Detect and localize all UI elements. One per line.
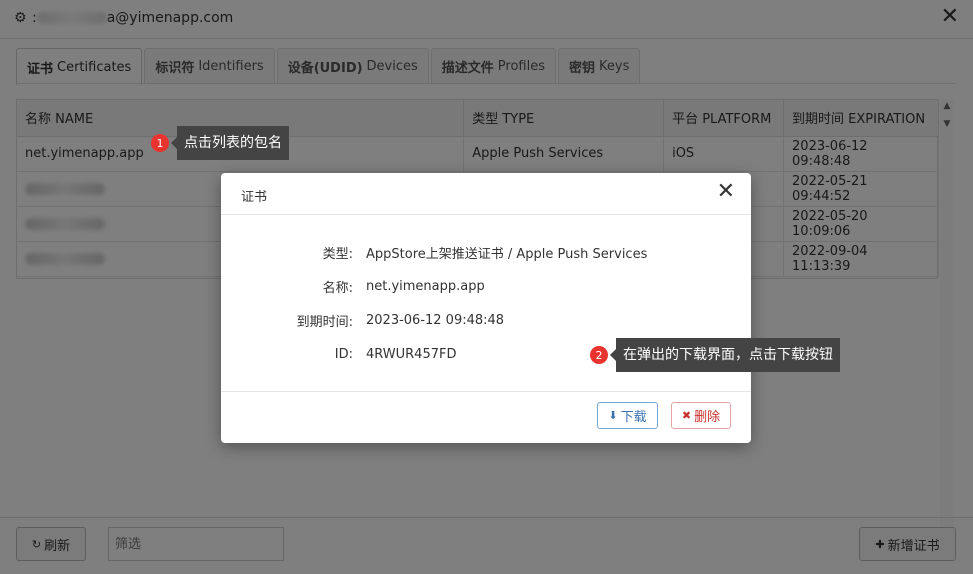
dialog-title: 证书 xyxy=(241,190,268,205)
field-name: 名称: net.yimenapp.app xyxy=(221,276,751,296)
dialog-footer: ⬇ 下载 ✖ 删除 xyxy=(221,391,751,443)
callout-text: 在弹出的下载界面，点击下载按钮 xyxy=(610,338,840,372)
field-value: AppStore上架推送证书 / Apple Push Services xyxy=(366,246,648,262)
callout-text: 点击列表的包名 xyxy=(171,126,289,160)
delete-icon: ✖ xyxy=(681,409,692,422)
field-type: 类型: AppStore上架推送证书 / Apple Push Services xyxy=(221,242,751,262)
download-button[interactable]: ⬇ 下载 xyxy=(597,402,658,429)
field-label: 类型: xyxy=(322,246,353,262)
field-value: net.yimenapp.app xyxy=(366,278,485,294)
field-label: ID: xyxy=(334,346,353,362)
field-label: 到期时间: xyxy=(296,314,353,330)
certificate-dialog: 证书 ✕ 类型: AppStore上架推送证书 / Apple Push Ser… xyxy=(221,173,751,443)
download-icon: ⬇ xyxy=(608,409,618,422)
field-expiration: 到期时间: 2023-06-12 09:48:48 xyxy=(221,310,751,330)
field-value: 4RWUR457FD xyxy=(366,346,457,362)
field-label: 名称: xyxy=(322,280,353,296)
tutorial-callout-step2: 2 在弹出的下载界面，点击下载按钮 xyxy=(590,338,840,372)
step-badge: 1 xyxy=(151,134,169,152)
tutorial-callout-step1: 1 点击列表的包名 xyxy=(151,126,289,160)
close-icon[interactable]: ✕ xyxy=(717,181,735,203)
field-value: 2023-06-12 09:48:48 xyxy=(366,312,505,328)
step-badge: 2 xyxy=(590,346,608,364)
dialog-header: 证书 ✕ xyxy=(221,173,751,215)
delete-button[interactable]: ✖ 删除 xyxy=(671,402,731,429)
